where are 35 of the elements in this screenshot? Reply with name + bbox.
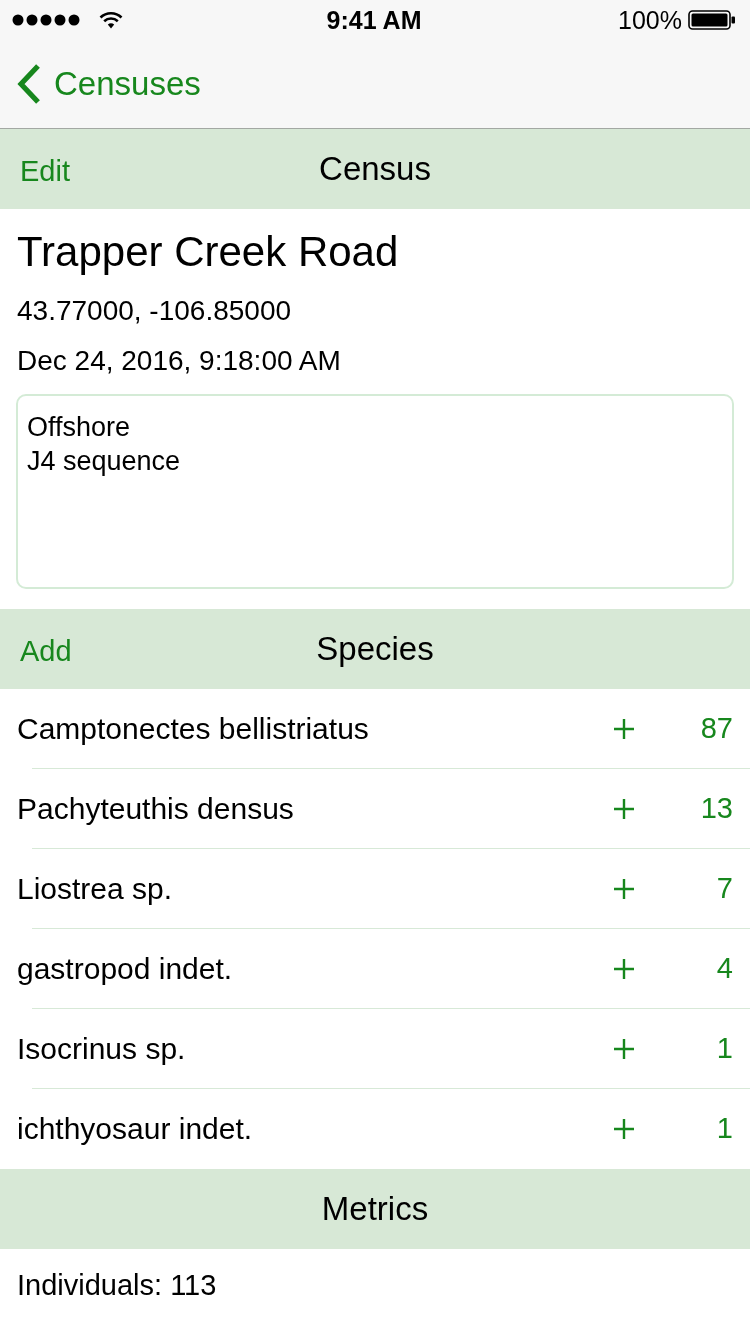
notes-field[interactable]: Offshore J4 sequence (16, 394, 734, 589)
edit-button[interactable]: Edit (20, 154, 70, 188)
species-name: Camptonectes bellistriatus (17, 711, 370, 746)
species-name: ichthyosaur indet. (17, 1111, 254, 1146)
section-title: Species (316, 630, 434, 668)
back-button[interactable]: Censuses (16, 63, 201, 105)
add-button[interactable]: Add (20, 634, 72, 668)
wifi-icon (99, 11, 123, 29)
metric-text: Individuals: 113 (17, 1268, 218, 1303)
species-count: 13 (700, 792, 733, 825)
species-name: Isocrinus sp. (17, 1031, 187, 1066)
species-name: Liostrea sp. (17, 871, 174, 906)
chevron-left-icon (16, 63, 42, 105)
battery-percentage: 100% (618, 5, 682, 35)
date-text: Dec 24, 2016, 9:18:00 AM (16, 344, 342, 378)
plus-icon[interactable] (614, 958, 634, 979)
species-count: 87 (700, 712, 733, 745)
battery-icon (688, 10, 736, 30)
plus-icon[interactable] (614, 878, 634, 899)
plus-icon[interactable] (614, 1118, 634, 1139)
species-count: 1 (716, 1032, 733, 1065)
section-title: Census (319, 150, 431, 188)
plus-icon[interactable] (614, 718, 634, 739)
section-title: Metrics (321, 1190, 429, 1228)
status-time: 9:41 AM (326, 5, 422, 35)
plus-icon[interactable] (614, 798, 634, 819)
species-count: 4 (716, 952, 733, 985)
plus-icon[interactable] (614, 1038, 634, 1059)
signal-dots-icon (12, 14, 80, 26)
census-name: Trapper Creek Road (16, 227, 400, 277)
species-name: Pachyteuthis densus (17, 791, 295, 826)
coordinates-text: 43.77000, -106.85000 (16, 294, 293, 328)
species-count: 7 (716, 872, 733, 905)
species-count: 1 (716, 1112, 733, 1145)
species-name: gastropod indet. (17, 951, 234, 986)
